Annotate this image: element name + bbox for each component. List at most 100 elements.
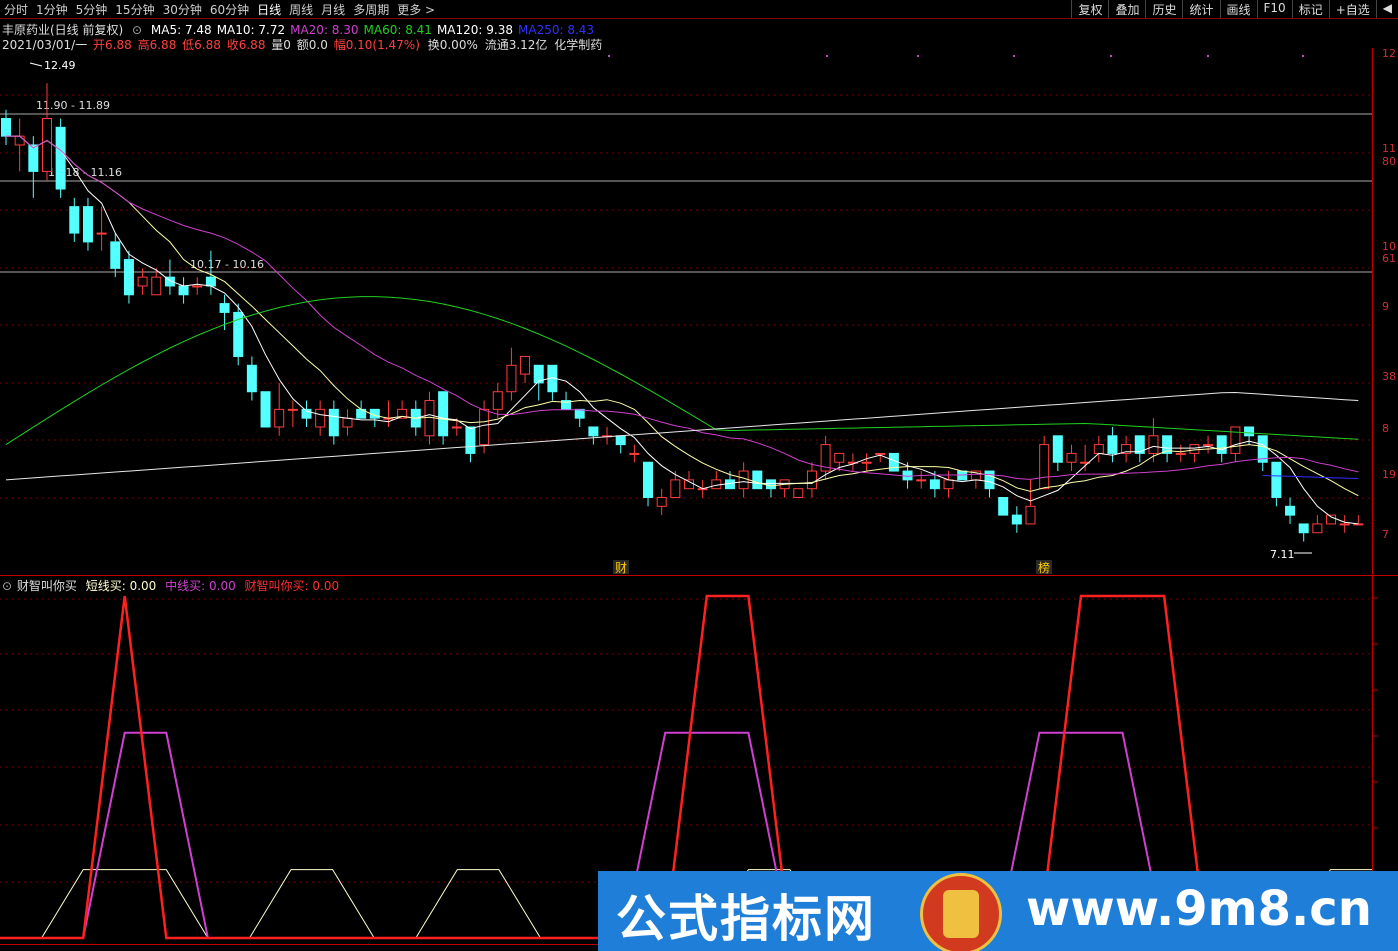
- ma60-line: [5, 296, 1359, 446]
- candle-body-93: [1271, 461, 1282, 498]
- candle-body-13: [178, 285, 189, 296]
- candle-body-87: [1189, 444, 1200, 454]
- candle-body-19: [260, 391, 271, 428]
- axis-tick-label-5: 9: [1382, 300, 1389, 313]
- candle-body-55: [752, 470, 763, 490]
- candle-body-14: [192, 285, 203, 288]
- candle-body-0: [1, 118, 11, 137]
- candle-body-99: [1353, 523, 1364, 526]
- low-price-label: 7.11: [1270, 548, 1295, 561]
- candle-body-5: [69, 206, 80, 234]
- candle-body-67: [916, 479, 927, 482]
- candle-body-69: [943, 479, 954, 490]
- axis-tick-label-4: 61: [1382, 252, 1396, 265]
- candle-body-52: [711, 479, 722, 490]
- candle-body-73: [998, 496, 1009, 516]
- axis-tick-label-6: 38: [1382, 370, 1396, 383]
- candle-body-43: [588, 426, 599, 437]
- axis-tick-label-1: 11: [1382, 142, 1396, 155]
- signal-dot-1: [826, 55, 828, 57]
- candle-body-61: [834, 452, 845, 463]
- axis-tick-label-7: 8: [1382, 422, 1389, 435]
- axis-tick-label-8: 19: [1382, 468, 1396, 481]
- candle-body-68: [929, 479, 940, 490]
- candle-body-95: [1298, 523, 1309, 534]
- candle-body-15: [205, 276, 216, 287]
- stock-chart[interactable]: 1211801061938819711.90 - 11.8911.18 - 11…: [0, 0, 1398, 951]
- candle-body-32: [438, 391, 449, 437]
- candle-body-47: [643, 461, 654, 498]
- high-price-arrow: [29, 62, 43, 67]
- candle-body-24: [328, 408, 339, 437]
- candle-body-3: [41, 118, 52, 172]
- event-marker-1: 榜: [1038, 560, 1050, 575]
- candle-body-4: [55, 126, 66, 190]
- candle-body-37: [506, 364, 517, 393]
- candle-body-2: [28, 144, 39, 172]
- signal-dot-0: [608, 55, 610, 57]
- candle-body-88: [1203, 444, 1214, 447]
- watermark-banner: 公式指标网 www.9m8.cn: [598, 871, 1398, 951]
- candle-body-34: [465, 426, 476, 454]
- candle-body-23: [315, 408, 326, 428]
- axis-tick-label-0: 12: [1382, 47, 1396, 60]
- candle-body-63: [861, 461, 872, 464]
- candle-body-6: [82, 206, 93, 243]
- candle-body-86: [1175, 452, 1186, 455]
- candle-body-11: [151, 276, 162, 296]
- candle-body-98: [1339, 523, 1350, 526]
- candle-body-94: [1285, 505, 1296, 516]
- candle-body-64: [875, 452, 886, 455]
- candle-body-21: [287, 408, 298, 411]
- candle-body-25: [342, 417, 353, 428]
- zone-label-2: 10.17 - 10.16: [190, 258, 264, 271]
- candle-body-20: [274, 408, 285, 428]
- candle-body-75: [1025, 505, 1036, 525]
- candle-body-48: [656, 496, 667, 507]
- signal-dot-6: [1302, 55, 1304, 57]
- candle-body-42: [574, 408, 585, 419]
- candle-body-7: [96, 232, 107, 235]
- high-price-label: 12.49: [44, 59, 76, 72]
- signal-dot-2: [917, 55, 919, 57]
- candle-body-76: [1039, 444, 1050, 490]
- candle-body-77: [1052, 435, 1063, 463]
- candle-body-36: [492, 391, 503, 410]
- candle-body-90: [1230, 426, 1241, 454]
- watermark-url: www.9m8.cn: [1026, 881, 1372, 937]
- signal-dot-5: [1207, 55, 1209, 57]
- candle-body-91: [1244, 426, 1255, 437]
- candle-body-80: [1093, 444, 1104, 454]
- candle-body-78: [1066, 452, 1077, 463]
- candle-body-56: [765, 479, 776, 490]
- candle-body-54: [738, 470, 749, 490]
- candle-body-45: [615, 435, 626, 446]
- logo-seal-icon: [920, 873, 1002, 951]
- candle-body-58: [793, 488, 804, 498]
- candle-body-18: [246, 364, 257, 393]
- candle-body-59: [806, 470, 817, 490]
- candle-body-1: [14, 135, 25, 146]
- candle-body-84: [1148, 435, 1159, 454]
- candle-body-46: [629, 452, 640, 455]
- candle-body-10: [137, 276, 148, 287]
- candle-body-89: [1216, 435, 1227, 454]
- event-marker-0: 财: [615, 561, 627, 575]
- candle-body-16: [219, 303, 230, 313]
- signal-dot-4: [1110, 55, 1112, 57]
- candle-body-8: [110, 241, 121, 269]
- axis-tick-label-2: 80: [1382, 155, 1396, 168]
- watermark-cn: 公式指标网: [616, 890, 876, 948]
- candle-body-33: [451, 426, 462, 429]
- signal-dot-3: [1013, 55, 1015, 57]
- candle-body-9: [123, 259, 134, 296]
- candle-body-81: [1107, 435, 1118, 454]
- candle-body-96: [1312, 523, 1323, 534]
- axis-tick-label-9: 7: [1382, 528, 1389, 541]
- candle-body-74: [1011, 514, 1022, 525]
- candle-body-66: [902, 470, 913, 481]
- candle-body-35: [479, 408, 490, 446]
- candle-body-38: [520, 355, 531, 375]
- candle-body-49: [670, 479, 681, 498]
- candle-body-72: [984, 470, 995, 490]
